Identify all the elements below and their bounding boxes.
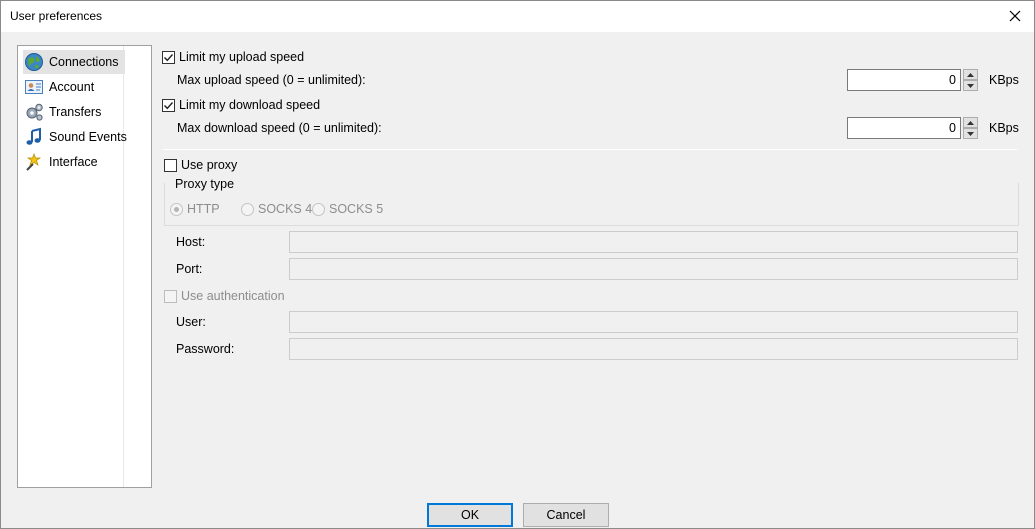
radio-selected-dot <box>174 206 179 212</box>
radio-circle <box>241 202 254 216</box>
host-label: Host: <box>176 235 206 249</box>
limit-upload-checkbox[interactable]: Limit my upload speed <box>162 50 304 64</box>
use-authentication-label: Use authentication <box>181 289 285 303</box>
sidebar-item-label: Sound Events <box>49 130 127 144</box>
use-authentication-checkbox[interactable]: Use authentication <box>164 289 285 303</box>
sidebar-item-label: Account <box>49 80 95 94</box>
use-proxy-label: Use proxy <box>181 158 238 172</box>
category-list-right-panel <box>123 46 151 487</box>
spin-up-button[interactable] <box>963 117 978 128</box>
triangle-up-icon <box>967 120 974 125</box>
sidebar-item-connections[interactable]: Connections <box>23 50 125 74</box>
proxy-type-socks5-radio[interactable]: SOCKS 5 <box>312 202 383 216</box>
upload-unit-label: KBps <box>989 73 1019 87</box>
password-input[interactable] <box>289 338 1018 360</box>
limit-download-checkbox[interactable]: Limit my download speed <box>162 98 320 112</box>
preferences-window: User preferences Connections Account Tra… <box>0 0 1035 529</box>
radio-circle <box>312 202 325 216</box>
music-note-icon <box>23 126 45 148</box>
sidebar-item-label: Interface <box>49 155 98 169</box>
port-label: Port: <box>176 262 203 276</box>
sidebar-item-account[interactable]: Account <box>23 75 100 99</box>
contact-card-icon <box>23 76 45 98</box>
max-download-label: Max download speed (0 = unlimited): <box>177 121 382 135</box>
sidebar-item-sound-events[interactable]: Sound Events <box>23 125 133 149</box>
checkbox-box <box>162 50 175 64</box>
max-upload-input[interactable]: 0 <box>847 69 961 91</box>
globe-icon <box>23 51 45 73</box>
use-proxy-checkbox[interactable]: Use proxy <box>164 158 237 172</box>
proxy-type-http-radio[interactable]: HTTP <box>170 202 220 216</box>
sidebar-item-interface[interactable]: Interface <box>23 150 104 174</box>
radio-circle <box>170 202 183 216</box>
section-divider <box>163 149 1017 150</box>
triangle-down-icon <box>967 131 974 136</box>
proxy-type-legend: Proxy type <box>173 177 237 191</box>
sidebar-item-transfers[interactable]: Transfers <box>23 100 107 124</box>
checkmark-icon <box>164 101 174 109</box>
checkbox-box <box>162 98 175 112</box>
close-button[interactable] <box>1004 5 1026 27</box>
sidebar-item-label: Transfers <box>49 105 102 119</box>
max-upload-label: Max upload speed (0 = unlimited): <box>177 73 366 87</box>
spin-up-button[interactable] <box>963 69 978 80</box>
user-input[interactable] <box>289 311 1018 333</box>
gears-icon <box>23 101 45 123</box>
checkbox-box <box>164 158 177 172</box>
download-unit-label: KBps <box>989 121 1019 135</box>
proxy-type-socks4-radio[interactable]: SOCKS 4 <box>241 202 312 216</box>
checkbox-box <box>164 289 177 303</box>
proxy-type-http-label: HTTP <box>187 202 220 216</box>
limit-upload-label: Limit my upload speed <box>179 50 305 64</box>
max-download-input[interactable]: 0 <box>847 117 961 139</box>
interface-wand-icon <box>23 151 45 173</box>
sidebar-item-label: Connections <box>49 55 119 69</box>
password-label: Password: <box>176 342 235 356</box>
user-label: User: <box>176 315 206 329</box>
spin-down-button[interactable] <box>963 80 978 91</box>
max-upload-spinner[interactable] <box>963 69 978 91</box>
port-input[interactable] <box>289 258 1018 280</box>
proxy-type-socks4-label: SOCKS 4 <box>258 202 313 216</box>
category-list[interactable]: Connections Account Transfers Sound Even… <box>17 45 152 488</box>
close-icon <box>1009 10 1021 22</box>
triangle-down-icon <box>967 83 974 88</box>
ok-button[interactable]: OK <box>427 503 513 527</box>
title-bar: User preferences <box>1 1 1034 32</box>
limit-download-label: Limit my download speed <box>179 98 321 112</box>
max-download-spinner[interactable] <box>963 117 978 139</box>
host-input[interactable] <box>289 231 1018 253</box>
proxy-type-socks5-label: SOCKS 5 <box>329 202 384 216</box>
window-title: User preferences <box>10 9 103 23</box>
triangle-up-icon <box>967 72 974 77</box>
spin-down-button[interactable] <box>963 128 978 139</box>
cancel-button[interactable]: Cancel <box>523 503 609 527</box>
checkmark-icon <box>164 53 174 61</box>
